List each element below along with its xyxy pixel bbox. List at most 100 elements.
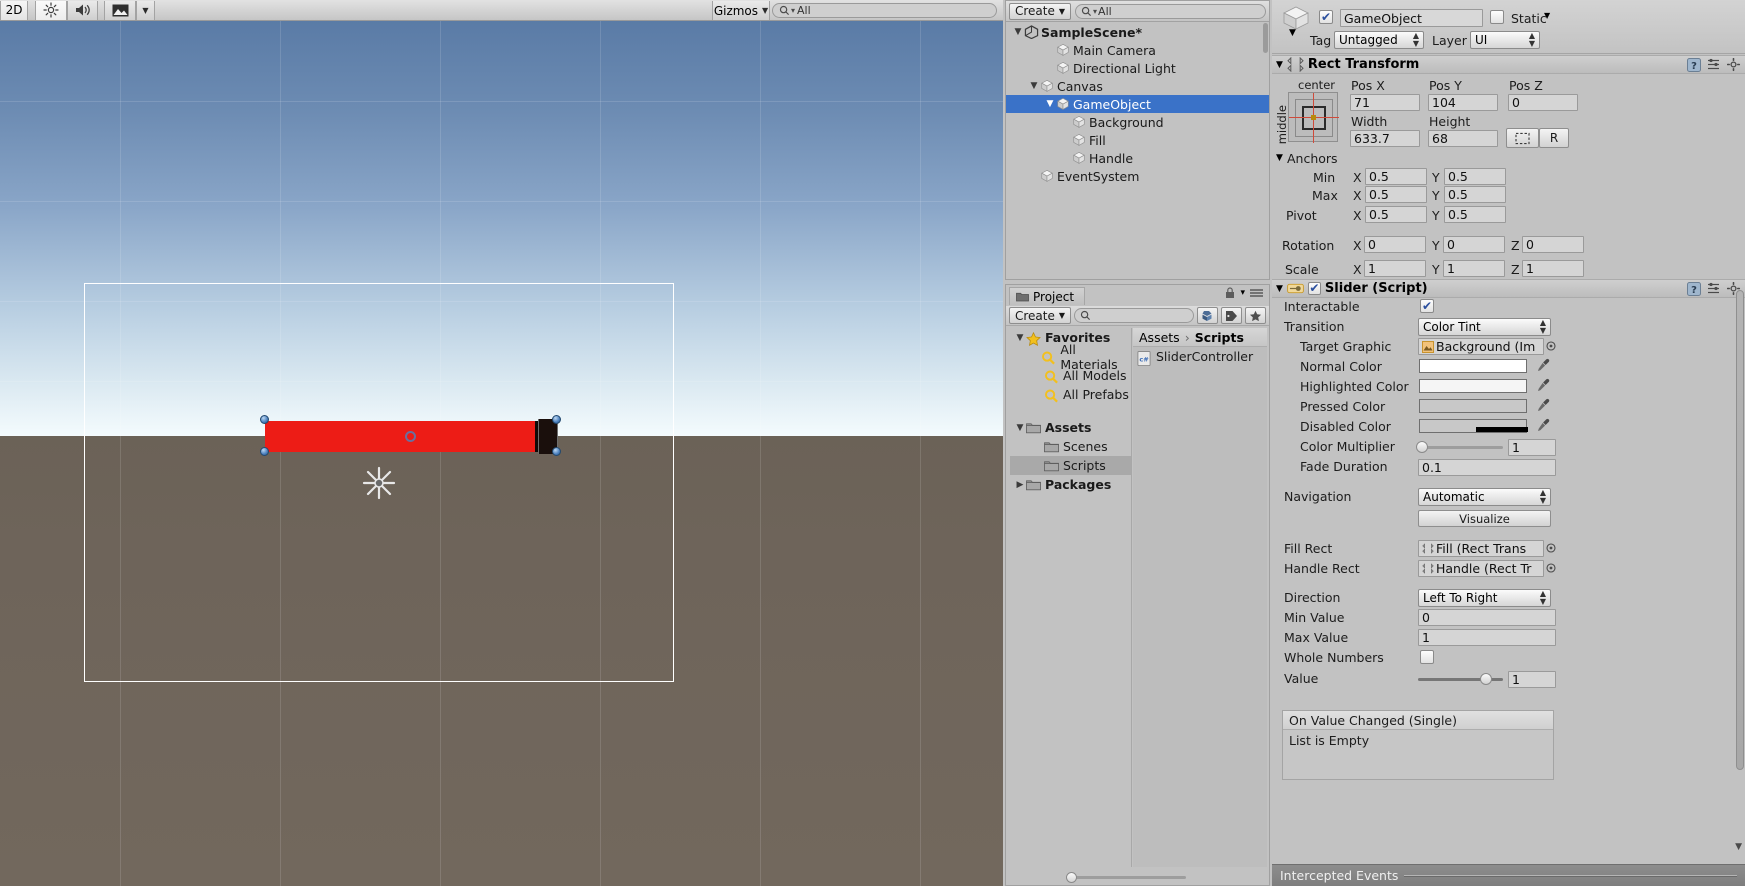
resize-handle-bottom-right[interactable] [552, 447, 561, 456]
scroll-down-arrow-icon[interactable]: ▼ [1735, 842, 1742, 852]
hierarchy-item-background[interactable]: Background [1006, 113, 1269, 131]
scale-z-input[interactable]: 1 [1522, 260, 1584, 277]
static-checkbox[interactable] [1490, 10, 1504, 24]
project-tree-item-all-materials[interactable]: All Materials [1010, 342, 1131, 372]
favorites-button[interactable] [1245, 307, 1266, 324]
pivot-y-input[interactable]: 0.5 [1444, 206, 1506, 223]
inspector-scrollbar[interactable] [1736, 290, 1744, 770]
hierarchy-item-samplescene[interactable]: ▼ SampleScene* [1006, 23, 1269, 41]
hierarchy-item-directional-light[interactable]: Directional Light [1006, 59, 1269, 77]
breadcrumb-item-scripts[interactable]: Scripts [1195, 330, 1244, 345]
gameobject-name-input[interactable]: GameObject [1340, 9, 1483, 27]
project-contents-pane[interactable]: Assets › Scripts c# SliderController [1133, 328, 1267, 867]
foldout-arrow-icon[interactable]: ▼ [1012, 27, 1024, 37]
pos-z-input[interactable]: 0 [1508, 94, 1578, 111]
gameobject-enabled-checkbox[interactable] [1319, 10, 1333, 24]
filter-by-type-button[interactable] [1197, 307, 1218, 324]
lock-icon[interactable] [1225, 287, 1235, 299]
hierarchy-item-main-camera[interactable]: Main Camera [1006, 41, 1269, 59]
object-picker-icon[interactable] [1546, 563, 1556, 573]
object-picker-icon[interactable] [1546, 543, 1556, 553]
preset-icon[interactable] [1707, 58, 1721, 71]
blueprint-mode-button[interactable] [1506, 128, 1539, 148]
whole-numbers-checkbox[interactable] [1420, 650, 1434, 664]
breadcrumb-item-assets[interactable]: Assets [1139, 330, 1180, 345]
rect-transform-header[interactable]: ▼ Rect Transform ? [1272, 55, 1745, 74]
project-zoom-slider[interactable] [1066, 871, 1186, 883]
hierarchy-create-button[interactable]: Create ▼ [1009, 2, 1072, 20]
gear-icon[interactable] [1727, 57, 1741, 72]
object-picker-icon[interactable] [1546, 341, 1556, 351]
foldout-arrow-icon[interactable]: ▼ [1276, 284, 1283, 294]
breadcrumb[interactable]: Assets › Scripts [1133, 328, 1267, 347]
width-input[interactable]: 633.7 [1350, 130, 1420, 147]
on-value-changed-list[interactable]: On Value Changed (Single) List is Empty [1282, 710, 1554, 780]
color-multiplier-slider-thumb[interactable] [1416, 441, 1428, 453]
scale-x-input[interactable]: 1 [1364, 260, 1426, 277]
foldout-arrow-icon[interactable]: ▼ [1276, 60, 1283, 70]
help-icon[interactable]: ? [1687, 281, 1701, 296]
hierarchy-item-handle[interactable]: Handle [1006, 149, 1269, 167]
slider-script-header[interactable]: ▼ Slider (Script) ? [1272, 279, 1745, 298]
foldout-arrow-icon[interactable]: ▼ [1044, 99, 1056, 109]
pos-x-input[interactable]: 71 [1350, 94, 1420, 111]
scene-view[interactable]: 2D ▼ Gizmos ▼ ▾ All [0, 0, 1003, 886]
anchor-preset-widget[interactable] [1288, 92, 1339, 143]
audio-toggle-button[interactable] [67, 0, 98, 20]
anchor-min-y-input[interactable]: 0.5 [1444, 168, 1506, 185]
lighting-toggle-button[interactable] [35, 0, 67, 20]
asset-list[interactable]: c# SliderController [1133, 347, 1267, 366]
hierarchy-search-input[interactable]: ▾ All [1075, 3, 1266, 19]
eyedropper-icon[interactable] [1537, 358, 1550, 372]
max-value-input[interactable]: 1 [1418, 629, 1556, 646]
hierarchy-item-canvas[interactable]: ▼ Canvas [1006, 77, 1269, 95]
intercepted-events-bar[interactable]: Intercepted Events [1272, 864, 1745, 886]
preset-icon[interactable] [1707, 282, 1721, 295]
hierarchy-item-eventsystem[interactable]: EventSystem [1006, 167, 1269, 185]
resize-handle-top-right[interactable] [552, 415, 561, 424]
project-search-input[interactable] [1074, 308, 1194, 323]
hierarchy-item-gameobject[interactable]: ▼ GameObject [1006, 95, 1269, 113]
zoom-slider-thumb[interactable] [1066, 872, 1077, 883]
transition-dropdown[interactable]: Color Tint ▲ ▼ [1418, 318, 1551, 336]
help-icon[interactable]: ? [1687, 57, 1701, 72]
anchor-min-x-input[interactable]: 0.5 [1365, 168, 1427, 185]
value-input[interactable]: 1 [1508, 671, 1556, 688]
min-value-input[interactable]: 0 [1418, 609, 1556, 626]
rotation-x-input[interactable]: 0 [1364, 236, 1426, 253]
highlighted-color-swatch[interactable] [1419, 379, 1527, 393]
foldout-arrow-icon[interactable]: ▼ [1028, 81, 1040, 91]
visualize-button[interactable]: Visualize [1418, 510, 1551, 527]
raw-edit-mode-button[interactable]: R [1539, 128, 1569, 148]
chevron-down-icon[interactable]: ▼ [1544, 11, 1550, 20]
hierarchy-panel[interactable]: Create ▼ ▾ All ▼ SampleScene* Main Camera D… [1005, 0, 1270, 280]
project-tab[interactable]: Project [1009, 287, 1086, 305]
navigation-dropdown[interactable]: Automatic ▲ ▼ [1418, 488, 1551, 506]
project-tree-item-packages[interactable]: ▶ Packages [1010, 475, 1131, 494]
fx-dropdown-button[interactable]: ▼ [136, 0, 155, 20]
fade-duration-input[interactable]: 0.1 [1418, 459, 1556, 476]
slider-enabled-checkbox[interactable] [1307, 282, 1321, 295]
pivot-marker[interactable] [405, 431, 416, 442]
direction-dropdown[interactable]: Left To Right ▲ ▼ [1418, 589, 1551, 607]
scene-viewport[interactable] [0, 21, 1003, 886]
fx-toggle-button[interactable] [104, 0, 136, 20]
pivot-x-input[interactable]: 0.5 [1365, 206, 1427, 223]
asset-item[interactable]: c# SliderController [1133, 347, 1267, 366]
scale-y-input[interactable]: 1 [1443, 260, 1505, 277]
foldout-arrow-icon[interactable]: ▼ [1014, 423, 1026, 433]
scene-toolbar[interactable]: 2D ▼ Gizmos ▼ ▾ All [0, 0, 1003, 21]
color-multiplier-input[interactable]: 1 [1508, 439, 1556, 456]
project-create-button[interactable]: Create ▼ [1009, 307, 1072, 324]
disabled-color-swatch[interactable] [1419, 419, 1528, 433]
project-tree-item-assets[interactable]: ▼ Assets [1010, 418, 1131, 437]
value-slider-thumb[interactable] [1480, 673, 1492, 685]
project-panel[interactable]: Project ▾ Create ▼ ▼ Favorites All Mater… [1005, 284, 1270, 886]
target-graphic-field[interactable]: Background (Im [1418, 338, 1544, 355]
project-tree-item-scenes[interactable]: Scenes [1010, 437, 1131, 456]
resize-handle-top-left[interactable] [260, 415, 269, 424]
interactable-checkbox[interactable] [1420, 299, 1434, 313]
inspector-panel[interactable]: ▼ GameObject Static ▼ Tag Untagged ▲▼ La… [1272, 0, 1745, 886]
hierarchy-toolbar[interactable]: Create ▼ ▾ All [1006, 1, 1269, 22]
eyedropper-icon[interactable] [1537, 398, 1550, 412]
